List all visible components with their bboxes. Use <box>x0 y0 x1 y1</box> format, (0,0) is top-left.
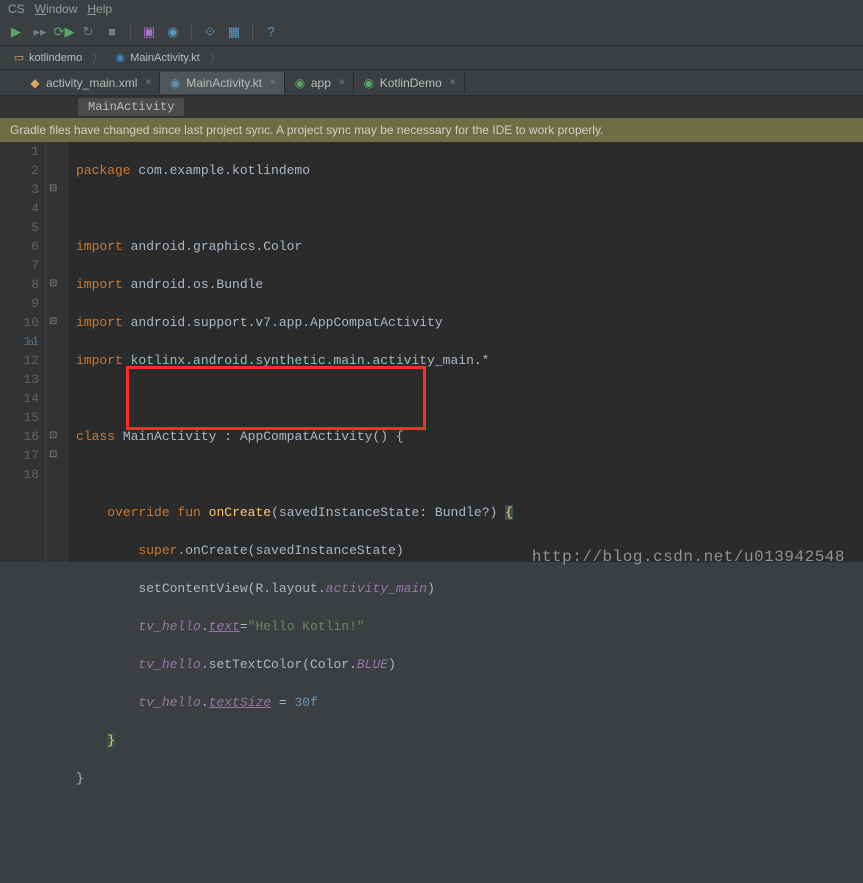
structure-crumb-class[interactable]: MainActivity <box>78 98 184 116</box>
tab-label: app <box>311 76 331 90</box>
close-icon[interactable]: × <box>270 77 276 88</box>
fold-end-icon[interactable]: ⊡ <box>49 427 61 439</box>
menu-bar: CS WWindowindow Help <box>0 0 863 18</box>
separator <box>252 23 253 41</box>
code-area[interactable]: package com.example.kotlindemo import an… <box>68 142 863 562</box>
xml-file-icon: ◆ <box>28 76 42 90</box>
tab-label: KotlinDemo <box>380 76 442 90</box>
folder-icon: ▭ <box>12 51 26 65</box>
sync-icon[interactable]: ⟐ <box>202 24 218 40</box>
rerun-icon[interactable]: ⟳▶ <box>56 24 72 40</box>
kotlin-file-icon: ◉ <box>168 76 182 90</box>
kotlin-file-icon: ◉ <box>113 51 127 65</box>
structure-breadcrumb: MainActivity <box>0 96 863 118</box>
tab-label: activity_main.xml <box>46 76 137 90</box>
fold-start-icon[interactable]: ⊟ <box>49 180 61 192</box>
gradle-icon: ◉ <box>362 76 376 90</box>
run-icon[interactable]: ▶ <box>8 24 24 40</box>
tab-app[interactable]: ◉ app × <box>285 72 354 94</box>
code-editor[interactable]: 123 456 789 10 o↑ 111213 141516 1718 ⊟ ⊟… <box>0 142 863 562</box>
fold-gutter: ⊟ ⊟ ⊟ ⊡ ⊡ <box>46 142 68 562</box>
separator <box>130 23 131 41</box>
fold-end-icon[interactable]: ⊡ <box>49 446 61 458</box>
fold-start-icon[interactable]: ⊟ <box>49 275 61 287</box>
separator <box>191 23 192 41</box>
profiler-icon[interactable]: ◉ <box>165 24 181 40</box>
editor-tabs: ◆ activity_main.xml × ◉ MainActivity.kt … <box>0 70 863 96</box>
help-icon[interactable]: ? <box>263 24 279 40</box>
close-icon[interactable]: × <box>145 77 151 88</box>
line-number-gutter: 123 456 789 10 o↑ 111213 141516 1718 <box>0 142 46 562</box>
breadcrumb-file-label: MainActivity.kt <box>130 52 199 64</box>
close-icon[interactable]: × <box>339 77 345 88</box>
fold-start-icon[interactable]: ⊟ <box>49 313 61 325</box>
avd-icon[interactable]: ▦ <box>226 24 242 40</box>
tab-kotlindemo[interactable]: ◉ KotlinDemo × <box>354 72 465 94</box>
gradle-icon: ◉ <box>293 76 307 90</box>
tab-mainactivity-kt[interactable]: ◉ MainActivity.kt × <box>160 72 285 94</box>
menu-window[interactable]: WWindowindow <box>35 2 78 16</box>
chevron-right-icon: 〉 <box>92 50 103 66</box>
menu-vcs[interactable]: CS <box>8 2 25 16</box>
tab-activity-main-xml[interactable]: ◆ activity_main.xml × <box>20 72 160 94</box>
debug-run-icon[interactable]: ▸▸ <box>32 24 48 40</box>
close-icon[interactable]: × <box>450 77 456 88</box>
menu-help[interactable]: Help <box>87 2 112 16</box>
gradle-sync-banner[interactable]: Gradle files have changed since last pro… <box>0 118 863 142</box>
layout-inspector-icon[interactable]: ▣ <box>141 24 157 40</box>
tab-label: MainActivity.kt <box>186 76 262 90</box>
restart-icon[interactable]: ↻ <box>80 24 96 40</box>
toolbar: ▶ ▸▸ ⟳▶ ↻ ■ ▣ ◉ ⟐ ▦ ? <box>0 18 863 46</box>
breadcrumb: ▭ kotlindemo 〉 ◉ MainActivity.kt 〉 <box>0 46 863 70</box>
watermark: http://blog.csdn.net/u013942548 <box>532 548 845 566</box>
chevron-right-icon: 〉 <box>210 50 221 66</box>
stop-icon[interactable]: ■ <box>104 24 120 40</box>
breadcrumb-folder-label: kotlindemo <box>29 52 82 64</box>
breadcrumb-file[interactable]: ◉ MainActivity.kt <box>109 49 203 67</box>
breadcrumb-folder[interactable]: ▭ kotlindemo <box>8 49 86 67</box>
